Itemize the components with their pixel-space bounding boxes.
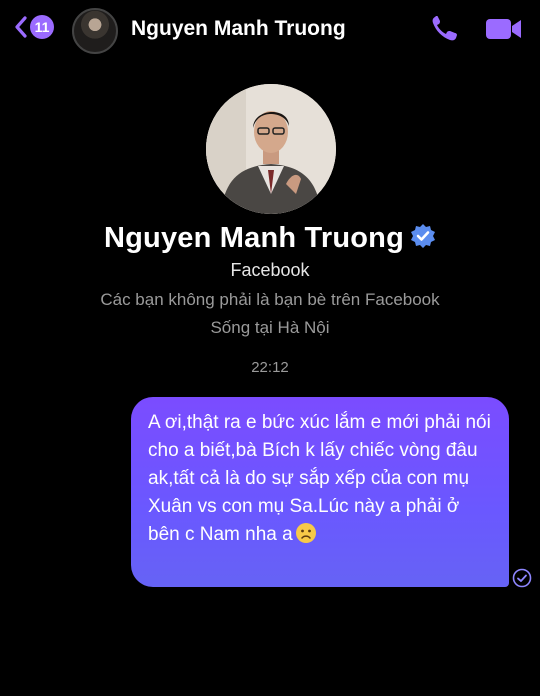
header-avatar[interactable]: [72, 8, 118, 54]
back-button[interactable]: 11: [14, 15, 54, 39]
message-timestamp: 22:12: [251, 359, 289, 376]
profile-picture[interactable]: [206, 84, 336, 214]
location-info: Sống tại Hà Nội: [210, 318, 330, 337]
contact-name[interactable]: Nguyen Manh Truong: [131, 17, 346, 41]
phone-icon[interactable]: [428, 14, 462, 44]
slightly-frowning-face-icon: [295, 523, 316, 543]
not-friends-notice: Các bạn không phải là bạn bè trên Facebo…: [100, 290, 440, 309]
profile-photo-image: [206, 84, 336, 214]
chat-header: 11 Nguyen Manh Truong: [0, 0, 540, 58]
chevron-left-icon: [15, 16, 27, 38]
video-camera-icon[interactable]: [484, 16, 524, 42]
platform-label: Facebook: [230, 260, 310, 280]
seen-check-icon: [512, 568, 532, 588]
verified-badge-icon: [411, 224, 436, 249]
profile-name-text: Nguyen Manh Truong: [103, 222, 405, 254]
profile-name: Nguyen Manh Truong: [0, 222, 540, 255]
sent-message-bubble[interactable]: A ơi,thật ra e bức xúc lắm e mới phải nó…: [131, 397, 509, 587]
unread-count-badge: 11: [30, 15, 54, 39]
message-text: A ơi,thật ra e bức xúc lắm e mới phải nó…: [148, 412, 491, 545]
